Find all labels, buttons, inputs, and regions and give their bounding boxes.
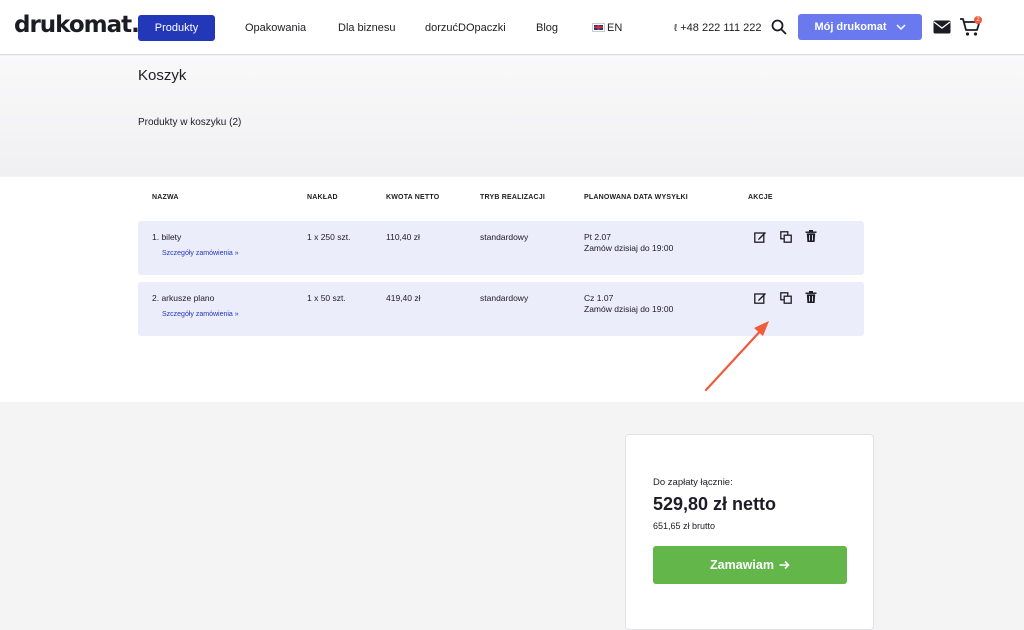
table-row	[138, 221, 864, 275]
row-name: 1. bilety	[152, 232, 182, 242]
trash-icon[interactable]	[805, 291, 817, 303]
double-chevron-down-icon: »	[234, 311, 239, 318]
logo[interactable]: drukomat.	[14, 12, 140, 38]
row-net: 419,40 zł	[386, 293, 421, 303]
double-chevron-down-icon: »	[234, 250, 239, 257]
nav-dla-biznesu[interactable]: Dla biznesu	[338, 22, 395, 34]
order-button[interactable]: Zamawiam	[653, 546, 847, 584]
language-label: EN	[607, 22, 623, 34]
cart-products-count: Produkty w koszyku (2)	[138, 117, 242, 128]
edit-icon[interactable]	[754, 292, 766, 304]
row-ship-note: Zamów dzisiaj do 19:00	[584, 243, 674, 253]
header-name: NAZWA	[152, 194, 179, 201]
duplicate-icon[interactable]	[780, 292, 792, 304]
trash-icon[interactable]	[805, 230, 817, 242]
my-account-label: Mój drukomat	[814, 21, 887, 33]
row-qty: 1 x 50 szt.	[307, 293, 346, 303]
order-details-link[interactable]: Szczegóły zamówienia »	[162, 250, 239, 257]
my-account-button[interactable]: Mój drukomat	[798, 14, 922, 40]
page-title: Koszyk	[138, 67, 187, 84]
edit-icon[interactable]	[754, 231, 766, 243]
phone-number: +48 222 111 222	[680, 22, 762, 34]
duplicate-icon[interactable]	[780, 231, 792, 243]
order-button-label: Zamawiam	[710, 558, 774, 572]
arrow-right-icon	[779, 560, 790, 570]
row-ship-date: Cz 1.07	[584, 293, 614, 303]
total-label: Do zapłaty łącznie:	[653, 477, 733, 488]
cart-count-badge: 2	[974, 16, 982, 24]
phone-link[interactable]: ℓ +48 222 111 222	[674, 22, 762, 34]
row-ship-note: Zamów dzisiaj do 19:00	[584, 304, 674, 314]
order-details-label: Szczegóły zamówienia	[162, 250, 233, 257]
row-net: 110,40 zł	[386, 232, 420, 242]
order-details-label: Szczegóły zamówienia	[162, 311, 233, 318]
table-row	[138, 282, 864, 336]
header-ship: PLANOWANA DATA WYSYŁKI	[584, 194, 688, 201]
phone-icon: ℓ	[674, 23, 678, 34]
total-net: 529,80 zł netto	[653, 494, 777, 514]
search-icon[interactable]	[771, 19, 787, 35]
order-summary-card: Do zapłaty łącznie: 529,80 zł netto 651,…	[625, 434, 874, 630]
nav-blog[interactable]: Blog	[536, 22, 558, 34]
row-mode: standardowy	[480, 232, 529, 242]
nav-opakowania[interactable]: Opakowania	[245, 22, 306, 34]
row-mode: standardowy	[480, 293, 529, 303]
header-net: KWOTA NETTO	[386, 194, 440, 201]
header-mode: TRYB REALIZACJI	[480, 194, 545, 201]
header-qty: NAKŁAD	[307, 194, 338, 201]
order-details-link[interactable]: Szczegóły zamówienia »	[162, 311, 239, 318]
nav-produkty-button[interactable]: Produkty	[138, 15, 215, 41]
row-ship-date: Pt 2.07	[584, 232, 611, 242]
row-qty: 1 x 250 szt.	[307, 232, 351, 242]
total-gross: 651,65 zł brutto	[653, 521, 716, 531]
header-actions: AKCJE	[748, 194, 773, 201]
mail-icon[interactable]	[933, 20, 951, 34]
chevron-down-icon	[896, 24, 906, 30]
language-switch[interactable]: EN	[592, 22, 623, 34]
nav-dorzuc-do-paczki[interactable]: dorzućDOpaczki	[425, 22, 506, 34]
site-header: drukomat. Produkty Opakowania Dla biznes…	[0, 0, 1024, 55]
uk-flag-icon	[592, 23, 605, 32]
row-name: 2. arkusze plano	[152, 293, 215, 303]
